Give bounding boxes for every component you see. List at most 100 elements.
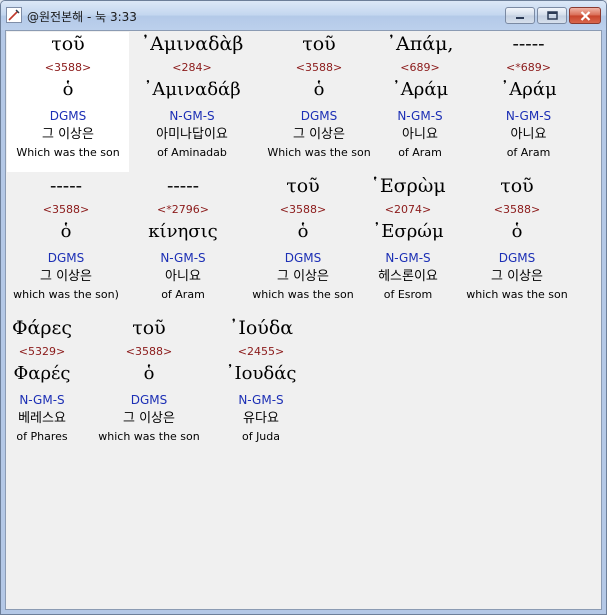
close-icon: [580, 10, 590, 21]
greek-word: τοῦ: [132, 317, 166, 339]
title-bar[interactable]: @원전본해 - 눅 3:33: [1, 1, 606, 30]
korean-gloss: 그 이상은: [293, 127, 345, 142]
word-cell[interactable]: ----- <3588> ὁ DGMS 그 이상은 which was the …: [6, 174, 126, 314]
korean-gloss: 유다요: [243, 411, 279, 426]
english-gloss: which was the son: [466, 288, 568, 301]
greek-word: ᾿Αμιναδὰβ: [140, 33, 244, 55]
korean-gloss: 아니요: [165, 269, 201, 284]
lemma: κίνησις: [148, 221, 218, 242]
word-cell[interactable]: ᾿Ιούδα <2455> ᾿Ιουδάς N-GM-S 유다요 of Juda: [221, 316, 301, 456]
word-cell[interactable]: τοῦ <3588> ὁ DGMS 그 이상은 which was the so…: [457, 174, 577, 314]
app-icon[interactable]: [6, 7, 22, 23]
english-gloss: of Phares: [16, 430, 68, 443]
maximize-icon: [546, 11, 558, 20]
lemma: Φαρές: [13, 363, 71, 384]
strong-number[interactable]: <284>: [131, 61, 253, 75]
greek-word: -----: [166, 175, 200, 197]
english-gloss: of Juda: [241, 430, 281, 443]
morphology-code[interactable]: N-GM-S: [476, 109, 581, 124]
strong-number[interactable]: <*2796>: [133, 203, 233, 217]
morphology-code[interactable]: DGMS: [258, 109, 380, 124]
word-cell[interactable]: τοῦ <3588> ὁ DGMS 그 이상은 Which was the so…: [7, 32, 129, 172]
morphology-code[interactable]: DGMS: [6, 251, 126, 266]
greek-word: ᾿Απάμ,: [386, 33, 454, 55]
korean-gloss: 아미나답이요: [156, 127, 228, 142]
minimize-icon: [516, 16, 524, 19]
strong-number[interactable]: <689>: [370, 61, 470, 75]
morphology-code[interactable]: DGMS: [89, 393, 209, 408]
morphology-code[interactable]: DGMS: [457, 251, 577, 266]
english-gloss: Which was the son: [16, 146, 120, 159]
lemma: ὁ: [511, 221, 523, 242]
greek-word: ᾿Ιούδα: [228, 317, 294, 339]
maximize-button[interactable]: [537, 7, 567, 24]
morphology-code[interactable]: N-GM-S: [131, 109, 253, 124]
morphology-code[interactable]: N-GM-S: [221, 393, 301, 408]
korean-gloss: 그 이상은: [491, 269, 543, 284]
lemma: ᾿Ιουδάς: [225, 363, 297, 384]
word-cell[interactable]: ῾Εσρὼμ <2074> ᾿Εσρώμ N-GM-S 헤스론이요 of Esr…: [358, 174, 458, 314]
morphology-code[interactable]: DGMS: [7, 109, 129, 124]
word-cell[interactable]: ᾿Αμιναδὰβ <284> ᾿Αμιναδάβ N-GM-S 아미나답이요 …: [131, 32, 253, 172]
morphology-code[interactable]: DGMS: [243, 251, 363, 266]
lemma: ὁ: [297, 221, 309, 242]
strong-number[interactable]: <3588>: [457, 203, 577, 217]
strong-number[interactable]: <2455>: [221, 345, 301, 359]
greek-word: τοῦ: [302, 33, 336, 55]
english-gloss: which was the son): [13, 288, 119, 301]
lemma: ᾿Αράμ: [500, 79, 557, 100]
strong-number[interactable]: <*689>: [476, 61, 581, 75]
korean-gloss: 헤스론이요: [378, 269, 438, 284]
word-cell[interactable]: ----- <*2796> κίνησις N-GM-S 아니요 of Aram: [133, 174, 233, 314]
korean-gloss: 그 이상은: [42, 127, 94, 142]
english-gloss: which was the son: [252, 288, 354, 301]
word-cell[interactable]: τοῦ <3588> ὁ DGMS 그 이상은 which was the so…: [243, 174, 363, 314]
greek-word: τοῦ: [500, 175, 534, 197]
strong-number[interactable]: <3588>: [258, 61, 380, 75]
lemma: ὁ: [60, 221, 72, 242]
korean-gloss: 그 이상은: [123, 411, 175, 426]
lemma: ᾿Εσρώμ: [372, 221, 444, 242]
word-cell[interactable]: τοῦ <3588> ὁ DGMS 그 이상은 which was the so…: [89, 316, 209, 456]
english-gloss: of Aram: [161, 288, 205, 301]
minimize-button[interactable]: [505, 7, 535, 24]
interlinear-panel[interactable]: τοῦ <3588> ὁ DGMS 그 이상은 Which was the so…: [5, 30, 602, 610]
morphology-code[interactable]: N-GM-S: [370, 109, 470, 124]
strong-number[interactable]: <3588>: [243, 203, 363, 217]
english-gloss: which was the son: [98, 430, 200, 443]
english-gloss: of Aram: [506, 146, 551, 159]
english-gloss: of Aminadab: [157, 146, 227, 159]
greek-word: τοῦ: [51, 33, 85, 55]
greek-word: ῾Εσρὼμ: [370, 175, 446, 197]
english-gloss: of Aram: [398, 146, 442, 159]
lemma: ὁ: [62, 79, 74, 100]
greek-word: Φάρες: [11, 317, 73, 339]
greek-word: -----: [49, 175, 83, 197]
korean-gloss: 아니요: [402, 127, 438, 142]
lemma: ᾿Αράμ: [391, 79, 449, 100]
greek-word: τοῦ: [286, 175, 320, 197]
close-button[interactable]: [569, 7, 601, 24]
morphology-code[interactable]: N-GM-S: [133, 251, 233, 266]
lemma: ὁ: [143, 363, 155, 384]
word-cell[interactable]: τοῦ <3588> ὁ DGMS 그 이상은 Which was the so…: [258, 32, 380, 172]
word-cell[interactable]: Φάρες <5329> Φαρές N-GM-S 베레스요 of Phares: [6, 316, 78, 456]
strong-number[interactable]: <3588>: [6, 203, 126, 217]
morphology-code[interactable]: N-GM-S: [358, 251, 458, 266]
korean-gloss: 아니요: [510, 127, 547, 142]
korean-gloss: 그 이상은: [277, 269, 329, 284]
app-window: @원전본해 - 눅 3:33 τοῦ <3588> ὁ DGMS 그 이상은 W…: [0, 0, 607, 615]
word-cell[interactable]: ᾿Απάμ, <689> ᾿Αράμ N-GM-S 아니요 of Aram: [370, 32, 470, 172]
korean-gloss: 그 이상은: [40, 269, 92, 284]
strong-number[interactable]: <5329>: [6, 345, 78, 359]
morphology-code[interactable]: N-GM-S: [6, 393, 78, 408]
window-title: @원전본해 - 눅 3:33: [27, 10, 137, 24]
korean-gloss: 베레스요: [18, 411, 66, 426]
english-gloss: Which was the son: [267, 146, 371, 159]
strong-number[interactable]: <3588>: [89, 345, 209, 359]
strong-number[interactable]: <3588>: [7, 61, 129, 75]
english-gloss: of Esrom: [383, 288, 433, 301]
lemma: ᾿Αμιναδάβ: [143, 79, 241, 100]
strong-number[interactable]: <2074>: [358, 203, 458, 217]
word-cell[interactable]: ----- <*689> ᾿Αράμ N-GM-S 아니요 of Aram: [476, 32, 581, 172]
